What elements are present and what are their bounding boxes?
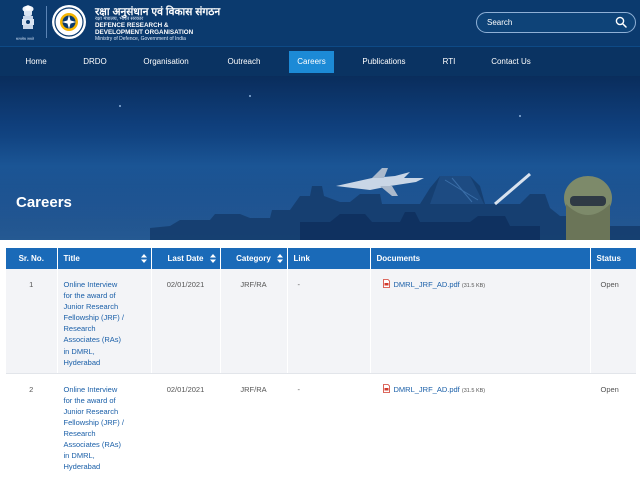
cell-last-date: 02/01/2021 bbox=[151, 269, 221, 374]
column-header-category[interactable]: Category bbox=[220, 248, 288, 269]
search-icon[interactable] bbox=[615, 16, 627, 28]
document-link[interactable]: DMRL_JRF_AD.pdf bbox=[394, 385, 460, 394]
emblem-caption: सत्यमेव जयते bbox=[16, 37, 34, 41]
cell-documents: DMRL_JRF_AD.pdf (31.5 KB) bbox=[370, 373, 591, 480]
cell-status: Open bbox=[590, 269, 636, 374]
nav-contact-us[interactable]: Contact Us bbox=[482, 51, 540, 73]
nav-organisation[interactable]: Organisation bbox=[134, 51, 198, 73]
sort-icon[interactable] bbox=[209, 254, 216, 263]
sort-icon[interactable] bbox=[140, 254, 147, 263]
column-header-status: Status bbox=[590, 248, 636, 269]
nav-careers[interactable]: Careers bbox=[289, 51, 334, 73]
cell-sr-no: 1 bbox=[6, 269, 58, 374]
cell-sr-no: 2 bbox=[6, 373, 58, 480]
job-title-link[interactable]: Online Interview for the award of Junior… bbox=[64, 279, 136, 368]
careers-table-container: Sr. No. Title Last Date Category Link Do… bbox=[6, 248, 636, 480]
pdf-icon bbox=[382, 279, 390, 288]
org-name-line-2: DEVELOPMENT ORGANISATION bbox=[95, 28, 194, 36]
site-header: सत्यमेव जयते रक्षा अनुसंधान एवं विकास सं… bbox=[0, 0, 640, 46]
document-size: (31.5 KB) bbox=[461, 387, 486, 394]
document-size: (31.5 KB) bbox=[461, 283, 486, 289]
cell-category: JRF/RA bbox=[220, 373, 288, 480]
main-nav: Home DRDO Organisation Outreach Careers … bbox=[0, 46, 640, 76]
document-link[interactable]: DMRL_JRF_AD.pdf bbox=[394, 280, 460, 289]
column-header-documents: Documents bbox=[370, 248, 591, 269]
cell-link: - bbox=[287, 373, 371, 480]
cell-category: JRF/RA bbox=[220, 269, 288, 374]
nav-drdo[interactable]: DRDO bbox=[74, 51, 116, 73]
pdf-icon bbox=[382, 383, 390, 393]
cell-documents: DMRL_JRF_AD.pdf (31.5 KB) bbox=[370, 269, 591, 374]
search-box bbox=[476, 12, 636, 33]
logo-divider bbox=[46, 6, 47, 38]
job-title-link[interactable]: Online Interview for the award of Junior… bbox=[64, 384, 136, 473]
column-header-title[interactable]: Title bbox=[57, 248, 152, 269]
cell-title: Online Interview for the award of Junior… bbox=[57, 269, 152, 374]
column-header-link: Link bbox=[287, 248, 371, 269]
column-header-last-date[interactable]: Last Date bbox=[151, 248, 221, 269]
nav-publications[interactable]: Publications bbox=[352, 51, 416, 73]
national-emblem-icon bbox=[22, 5, 34, 29]
banner-illustration bbox=[0, 95, 640, 240]
nav-home[interactable]: Home bbox=[14, 51, 58, 73]
ministry-en: Ministry of Defence, Government of India bbox=[95, 35, 186, 42]
cell-link: - bbox=[287, 269, 371, 374]
cell-title: Online Interview for the award of Junior… bbox=[57, 373, 152, 480]
page-title: Careers bbox=[16, 194, 72, 211]
table-row: 2 Online Interview for the award of Juni… bbox=[6, 373, 636, 480]
search-input[interactable] bbox=[487, 16, 607, 29]
table-row: 1 Online Interview for the award of Juni… bbox=[6, 269, 636, 374]
nav-rti[interactable]: RTI bbox=[432, 51, 466, 73]
careers-banner: Careers bbox=[0, 76, 640, 240]
column-header-sr-no: Sr. No. bbox=[6, 248, 58, 269]
nav-outreach[interactable]: Outreach bbox=[218, 51, 270, 73]
cell-status: Open bbox=[590, 373, 636, 480]
careers-table: Sr. No. Title Last Date Category Link Do… bbox=[6, 248, 636, 480]
sort-icon[interactable] bbox=[276, 254, 283, 263]
cell-last-date: 02/01/2021 bbox=[151, 373, 221, 480]
drdo-logo[interactable] bbox=[52, 5, 86, 39]
